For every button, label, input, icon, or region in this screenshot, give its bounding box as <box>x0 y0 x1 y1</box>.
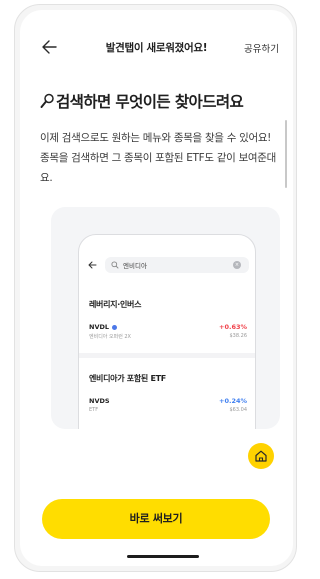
home-button[interactable] <box>248 443 274 469</box>
home-indicator <box>127 555 199 558</box>
headline: 검색하면 무엇이든 찾아드려요 <box>40 90 280 112</box>
home-icon <box>255 450 267 462</box>
mock-change: +0.24% <box>219 397 247 405</box>
scrollbar[interactable] <box>285 120 287 188</box>
mock-price: $38.26 <box>229 333 248 339</box>
phone-mockup: 엔비디아 × 레버리지·인버스 NVDL 엔비디아 오퍼런 2X +0.63% … <box>78 234 256 429</box>
mock-price: $63.04 <box>229 407 248 413</box>
description: 이제 검색으로도 원하는 메뉴와 종목을 찾을 수 있어요! 종목을 검색하면 … <box>40 132 277 184</box>
mock-change: +0.63% <box>219 323 247 331</box>
phone-frame: 발견탭이 새로워졌어요! 공유하기 검색하면 무엇이든 찾아드려요 이제 검색으… <box>14 4 297 572</box>
headline-text: 검색하면 무엇이든 찾아드려요 <box>56 93 244 111</box>
top-bar: 발견탭이 새로워졌어요! 공유하기 <box>20 36 293 58</box>
mock-search-field: 엔비디아 × <box>105 257 249 273</box>
mock-search-row: 엔비디아 × <box>87 257 249 273</box>
mock-stock-row: NVDS ETF +0.24% $63.04 <box>89 397 247 419</box>
mock-clear-icon: × <box>233 261 241 269</box>
mock-search-icon <box>111 261 119 269</box>
mock-stock-name: ETF <box>89 407 99 413</box>
flag-icon <box>112 324 118 330</box>
mock-section-title: 엔비디아가 포함된 ETF <box>89 374 166 383</box>
mock-back-icon <box>88 261 97 269</box>
magnifier-icon <box>40 93 54 109</box>
try-now-button[interactable]: 바로 써보기 <box>42 499 270 539</box>
preview-card: 엔비디아 × 레버리지·인버스 NVDL 엔비디아 오퍼런 2X +0.63% … <box>51 207 280 429</box>
mock-stock-row: NVDL 엔비디아 오퍼런 2X +0.63% $38.26 <box>89 323 247 345</box>
mock-ticker: NVDS <box>89 397 110 405</box>
mock-stock-name: 엔비디아 오퍼런 2X <box>89 334 131 340</box>
mock-divider <box>79 353 255 358</box>
share-button[interactable]: 공유하기 <box>244 41 279 55</box>
mock-section-title: 레버리지·인버스 <box>89 300 142 309</box>
mock-ticker: NVDL <box>89 323 118 331</box>
mock-search-query: 엔비디아 <box>123 262 147 270</box>
screen: 발견탭이 새로워졌어요! 공유하기 검색하면 무엇이든 찾아드려요 이제 검색으… <box>20 10 293 566</box>
